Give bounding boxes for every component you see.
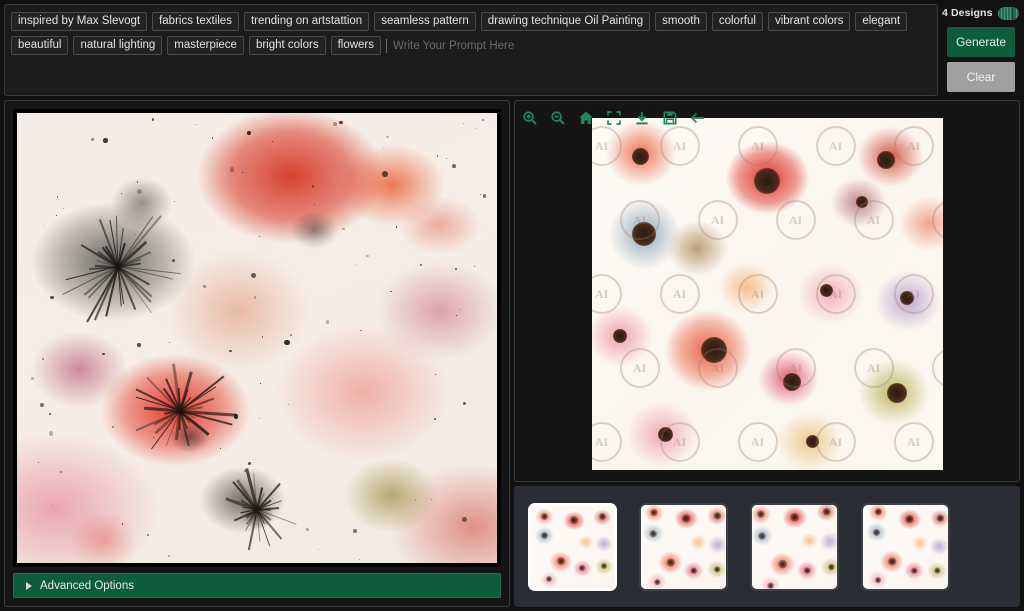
thumbnail-item[interactable] xyxy=(750,503,839,591)
advanced-options-toggle[interactable]: Advanced Options xyxy=(13,573,501,598)
generate-button[interactable]: Generate xyxy=(947,27,1015,57)
prompt-tag[interactable]: beautiful xyxy=(11,36,68,55)
prompt-tag-list: inspired by Max Slevogt fabrics textiles… xyxy=(11,12,931,88)
home-icon[interactable] xyxy=(577,110,594,127)
zoom-out-icon[interactable] xyxy=(549,110,566,127)
prompt-bar[interactable]: inspired by Max Slevogt fabrics textiles… xyxy=(4,4,938,96)
back-arrow-icon[interactable] xyxy=(689,110,706,127)
prompt-tag[interactable]: natural lighting xyxy=(73,36,162,55)
preview-stage: AIAIAIAIAIAIAIAIAIAIAIAIAIAIAIAIAIAIAIAI… xyxy=(515,101,1019,481)
thumbnail-item[interactable] xyxy=(861,503,950,591)
prompt-tag[interactable]: flowers xyxy=(331,36,381,55)
chevron-right-icon xyxy=(26,582,32,590)
prompt-tag[interactable]: smooth xyxy=(655,12,707,31)
prompt-tag[interactable]: trending on artstattion xyxy=(244,12,369,31)
fullscreen-icon[interactable] xyxy=(605,110,622,127)
prompt-tag[interactable]: seamless pattern xyxy=(374,12,476,31)
prompt-tag[interactable]: elegant xyxy=(855,12,907,31)
designs-count-slider[interactable] xyxy=(998,7,1019,20)
prompt-tag[interactable]: inspired by Max Slevogt xyxy=(11,12,147,31)
action-column: 4 Designs Generate Clear xyxy=(942,4,1020,96)
prompt-tag[interactable]: fabrics textiles xyxy=(152,12,239,31)
advanced-options-label: Advanced Options xyxy=(40,580,134,592)
thumbnail-item[interactable] xyxy=(639,503,728,591)
preview-panel: AIAIAIAIAIAIAIAIAIAIAIAIAIAIAIAIAIAIAIAI… xyxy=(514,100,1020,482)
prompt-placeholder: Write Your Prompt Here xyxy=(393,40,514,52)
viewer-toolbar xyxy=(521,107,706,129)
preview-image[interactable]: AIAIAIAIAIAIAIAIAIAIAIAIAIAIAIAIAIAIAIAI… xyxy=(592,118,943,470)
app-root: inspired by Max Slevogt fabrics textiles… xyxy=(0,0,1024,611)
zoom-in-icon[interactable] xyxy=(521,110,538,127)
prompt-input[interactable]: Write Your Prompt Here xyxy=(386,36,931,55)
thumbnail-item[interactable] xyxy=(528,503,617,591)
clear-button[interactable]: Clear xyxy=(947,62,1015,92)
text-caret xyxy=(386,39,387,53)
source-image-panel: Advanced Options xyxy=(4,100,510,607)
save-icon[interactable] xyxy=(661,110,678,127)
prompt-tag[interactable]: bright colors xyxy=(249,36,326,55)
prompt-tag[interactable]: masterpiece xyxy=(167,36,244,55)
prompt-tag[interactable]: vibrant colors xyxy=(768,12,850,31)
prompt-tag[interactable]: colorful xyxy=(712,12,763,31)
source-image[interactable] xyxy=(17,113,497,563)
source-image-frame xyxy=(13,109,501,567)
thumbnail-strip xyxy=(514,486,1020,607)
download-icon[interactable] xyxy=(633,110,650,127)
prompt-tag[interactable]: drawing technique Oil Painting xyxy=(481,12,650,31)
designs-count-label: 4 Designs xyxy=(942,7,993,19)
designs-control[interactable]: 4 Designs xyxy=(942,4,1020,22)
